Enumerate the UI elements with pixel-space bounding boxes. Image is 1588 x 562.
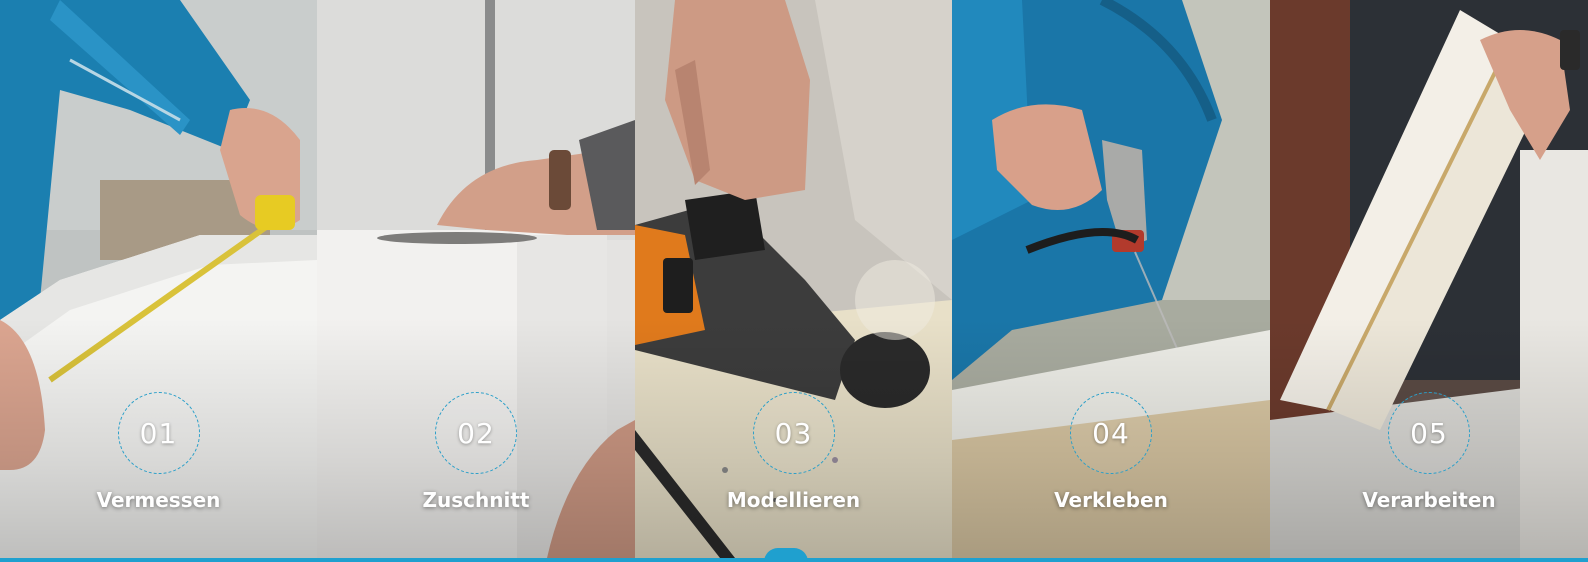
step-panel-3[interactable]: 03 Modellieren (635, 0, 952, 558)
active-step-indicator (764, 548, 808, 562)
step-number: 03 (774, 416, 813, 450)
step-number: 04 (1092, 416, 1130, 450)
step-number-ring: 04 (1070, 392, 1152, 474)
step-label: Vermessen (96, 488, 221, 512)
step-4: 04 Verkleben (952, 392, 1270, 512)
step-number-ring: 01 (117, 392, 200, 474)
step-1: 01 Vermessen (0, 392, 317, 512)
process-steps-strip: 01 Vermessen 02 Zuschnitt 03 Modellieren… (0, 0, 1588, 562)
step-panel-2[interactable]: 02 Zuschnitt (317, 0, 635, 558)
step-panel-5[interactable]: 05 Verarbeiten (1270, 0, 1588, 558)
step-number-ring: 05 (1388, 392, 1470, 474)
step-number: 05 (1410, 416, 1448, 450)
step-number: 02 (457, 416, 495, 450)
step-label: Verkleben (1054, 488, 1168, 512)
step-5: 05 Verarbeiten (1270, 392, 1588, 512)
step-2: 02 Zuschnitt (317, 392, 635, 512)
step-label: Verarbeiten (1362, 488, 1496, 512)
step-label: Modellieren (726, 488, 861, 512)
step-panel-4[interactable]: 04 Verkleben (952, 0, 1270, 558)
step-number-ring: 03 (752, 392, 835, 474)
step-number: 01 (139, 416, 178, 450)
step-number-ring: 02 (435, 392, 517, 474)
step-label: Zuschnitt (422, 488, 530, 512)
step-3: 03 Modellieren (635, 392, 952, 512)
step-panel-1[interactable]: 01 Vermessen (0, 0, 317, 558)
